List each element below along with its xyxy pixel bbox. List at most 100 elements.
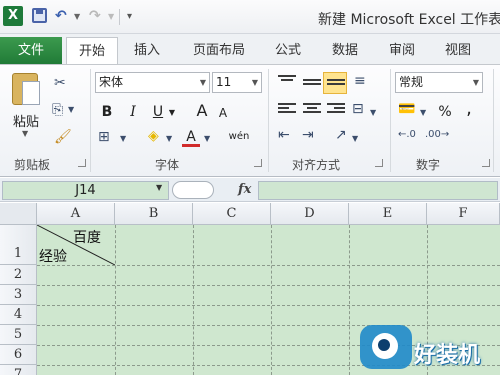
comma-style-button[interactable]: , bbox=[462, 99, 476, 119]
column-header-e[interactable]: E bbox=[349, 203, 427, 225]
tab-file[interactable]: 文件 bbox=[0, 37, 62, 64]
chevron-down-icon: ▼ bbox=[472, 78, 479, 87]
formula-bar-row: J14 ▼ fx bbox=[0, 178, 500, 202]
fill-color-icon[interactable]: ◈ bbox=[148, 128, 159, 144]
group-separator bbox=[268, 69, 269, 172]
insert-function-icon[interactable]: fx bbox=[238, 182, 251, 197]
save-icon[interactable] bbox=[32, 8, 47, 23]
cut-icon[interactable]: ✂ bbox=[54, 75, 66, 91]
window-title: 新建 Microsoft Excel 工作表 bbox=[318, 12, 500, 28]
accounting-dropdown-icon[interactable]: ▼ bbox=[420, 105, 426, 121]
excel-logo-icon: X bbox=[3, 6, 23, 26]
fill-color-dropdown-icon[interactable]: ▼ bbox=[166, 131, 172, 147]
gridline bbox=[115, 225, 116, 375]
border-dropdown-icon[interactable]: ▼ bbox=[120, 131, 126, 147]
wrap-text-icon[interactable]: ≡ bbox=[354, 73, 366, 89]
row-header-1[interactable]: 1 bbox=[0, 225, 37, 265]
phonetic-guide-button[interactable]: wén bbox=[228, 127, 250, 147]
font-size-select[interactable]: 11 ▼ bbox=[212, 72, 262, 93]
copy-dropdown-icon[interactable]: ▼ bbox=[68, 102, 74, 118]
align-bottom-icon[interactable] bbox=[327, 79, 345, 93]
tab-page-layout[interactable]: 页面布局 bbox=[182, 37, 256, 64]
font-name-value: 宋体 bbox=[99, 75, 124, 89]
bold-button[interactable]: B bbox=[98, 102, 116, 122]
tab-insert[interactable]: 插入 bbox=[122, 37, 172, 64]
gridline bbox=[37, 285, 500, 286]
font-color-dropdown-icon[interactable]: ▼ bbox=[204, 131, 210, 147]
customize-quick-access-icon[interactable]: ▾ bbox=[127, 8, 132, 25]
formula-bar-resize-handle[interactable] bbox=[172, 181, 214, 199]
border-icon[interactable]: ⊞ bbox=[98, 129, 110, 145]
decrease-decimal-icon[interactable]: .00→ bbox=[425, 127, 449, 143]
ribbon-tab-bar: 文件 开始 插入 页面布局 公式 数据 审阅 视图 bbox=[0, 34, 500, 65]
font-color-button[interactable]: A bbox=[182, 127, 200, 147]
row-header-5[interactable]: 5 bbox=[0, 325, 37, 345]
font-name-select[interactable]: 宋体 ▼ bbox=[95, 72, 210, 93]
gridline bbox=[349, 225, 350, 375]
clipboard-launcher-icon[interactable] bbox=[78, 159, 86, 167]
row-header-4[interactable]: 4 bbox=[0, 305, 37, 325]
number-launcher-icon[interactable] bbox=[482, 159, 490, 167]
italic-button[interactable]: I bbox=[124, 102, 142, 122]
formula-input[interactable] bbox=[258, 181, 498, 200]
align-left-icon[interactable] bbox=[278, 103, 296, 117]
redo-icon[interactable]: ↷ bbox=[89, 8, 101, 25]
ribbon: 粘贴 ▼ ✂ ⎘ ▼ 🖌 剪贴板 宋体 ▼ 11 ▼ B I U ▼ A A ⊞… bbox=[0, 64, 500, 177]
cell-a1-header-text[interactable]: 百度 bbox=[73, 227, 101, 247]
align-center-icon[interactable] bbox=[303, 103, 321, 117]
grow-font-button[interactable]: A bbox=[194, 101, 210, 121]
column-header-a[interactable]: A bbox=[37, 203, 115, 225]
underline-button[interactable]: U bbox=[149, 102, 167, 122]
orientation-icon[interactable]: ↗ bbox=[335, 127, 347, 143]
accounting-format-icon[interactable]: 💳 bbox=[398, 101, 415, 117]
column-header-d[interactable]: D bbox=[271, 203, 349, 225]
merge-center-icon[interactable]: ⊟ bbox=[352, 101, 364, 117]
align-middle-icon[interactable] bbox=[303, 79, 321, 93]
increase-decimal-icon[interactable]: ←.0 bbox=[398, 127, 416, 143]
row-header-2[interactable]: 2 bbox=[0, 265, 37, 285]
orientation-dropdown-icon[interactable]: ▼ bbox=[352, 131, 358, 147]
shrink-font-button[interactable]: A bbox=[216, 103, 230, 123]
tab-view[interactable]: 视图 bbox=[433, 37, 483, 64]
merge-dropdown-icon[interactable]: ▼ bbox=[370, 105, 376, 121]
title-bar: X ↶ ▼ ↷ ▼ ▾ 新建 Microsoft Excel 工作表 bbox=[0, 0, 500, 34]
format-painter-icon[interactable]: 🖌 bbox=[54, 129, 72, 145]
name-box[interactable]: J14 bbox=[2, 181, 169, 200]
cell-a1-row-text[interactable]: 经验 bbox=[39, 246, 67, 266]
group-separator bbox=[90, 69, 91, 172]
row-header-7[interactable]: 7 bbox=[0, 365, 37, 375]
name-box-dropdown-icon[interactable]: ▼ bbox=[156, 183, 162, 192]
paste-label[interactable]: 粘贴 bbox=[13, 111, 39, 130]
undo-dropdown-icon[interactable]: ▼ bbox=[74, 8, 80, 25]
column-header-f[interactable]: F bbox=[427, 203, 500, 225]
align-top-icon[interactable] bbox=[278, 75, 296, 89]
tab-formulas[interactable]: 公式 bbox=[263, 37, 313, 64]
tab-data[interactable]: 数据 bbox=[320, 37, 370, 64]
tab-home[interactable]: 开始 bbox=[66, 37, 118, 65]
paste-icon[interactable] bbox=[12, 73, 40, 105]
alignment-launcher-icon[interactable] bbox=[375, 159, 383, 167]
redo-dropdown-icon[interactable]: ▼ bbox=[108, 8, 114, 25]
column-header-b[interactable]: B bbox=[115, 203, 193, 225]
chevron-down-icon: ▼ bbox=[199, 78, 206, 87]
column-header-c[interactable]: C bbox=[193, 203, 271, 225]
tab-review[interactable]: 审阅 bbox=[377, 37, 427, 64]
paste-dropdown-icon[interactable]: ▼ bbox=[22, 129, 28, 138]
font-group-label: 字体 bbox=[155, 158, 180, 172]
undo-icon[interactable]: ↶ bbox=[55, 8, 67, 25]
align-right-icon[interactable] bbox=[327, 103, 345, 117]
font-launcher-icon[interactable] bbox=[254, 159, 262, 167]
underline-dropdown-icon[interactable]: ▼ bbox=[167, 103, 177, 123]
clipboard-group-label: 剪贴板 bbox=[14, 158, 51, 172]
row-header-6[interactable]: 6 bbox=[0, 345, 37, 365]
percent-style-button[interactable]: % bbox=[436, 102, 454, 122]
decrease-indent-icon[interactable]: ⇤ bbox=[278, 127, 290, 143]
copy-icon[interactable]: ⎘ bbox=[52, 102, 63, 118]
increase-indent-icon[interactable]: ⇥ bbox=[302, 127, 314, 143]
row-header-3[interactable]: 3 bbox=[0, 285, 37, 305]
watermark-eye-icon bbox=[372, 333, 398, 359]
group-separator bbox=[390, 69, 391, 172]
watermark-text: 好装机 bbox=[414, 343, 481, 368]
number-format-select[interactable]: 常规 ▼ bbox=[395, 72, 483, 93]
select-all-corner[interactable] bbox=[0, 203, 37, 225]
